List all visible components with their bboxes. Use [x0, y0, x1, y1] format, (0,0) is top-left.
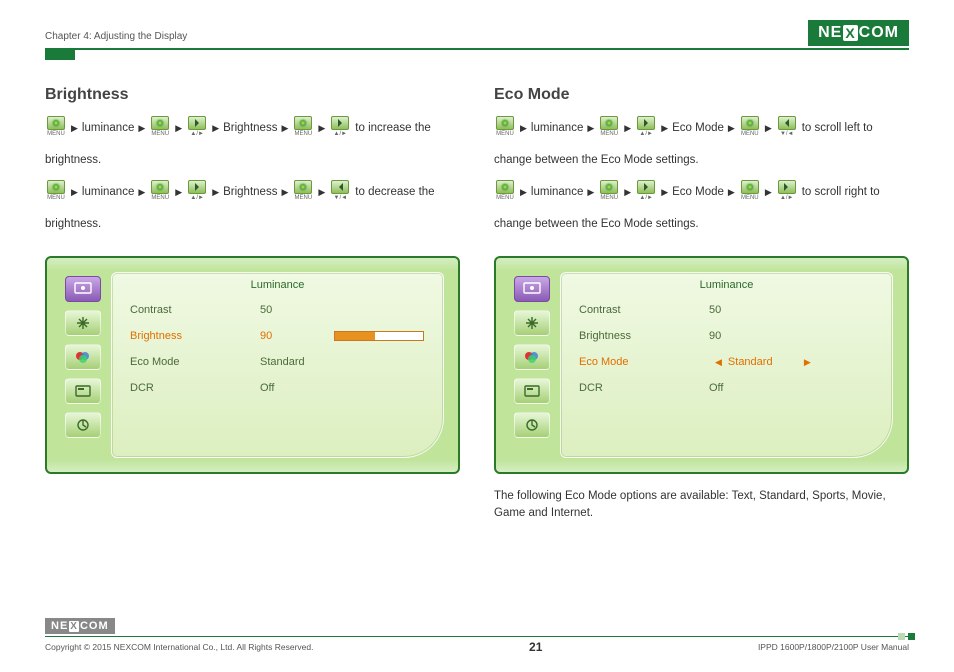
osd-tab-image-icon	[514, 310, 550, 336]
menu-button-icon: MENU	[598, 116, 620, 140]
osd-row-value: Standard	[260, 356, 330, 368]
step-label: Brightness	[223, 114, 277, 142]
header-tab	[45, 50, 75, 60]
osd-row-value: 90	[709, 330, 779, 342]
logo-part: COM	[859, 24, 899, 42]
caret-right-icon: ▶	[798, 357, 817, 368]
menu-button-icon: MENU	[45, 180, 67, 204]
step-label: Eco Mode	[672, 114, 724, 142]
left-button-icon: ▼/◄	[776, 116, 798, 140]
instruction-row: MENU ▶ luminance ▶ MENU ▶ ▲/► ▶ Brightne…	[45, 178, 460, 206]
arrow-sep-icon: ▶	[71, 114, 78, 142]
osd-tab-color-icon	[514, 344, 550, 370]
osd-screenshot-eco: Luminance Contrast50 Brightness90 Eco Mo…	[494, 256, 909, 474]
menu-button-icon: MENU	[739, 116, 761, 140]
osd-row-label: Eco Mode	[579, 356, 709, 368]
right-button-icon: ▲/►	[776, 180, 798, 204]
menu-button-icon: MENU	[149, 180, 171, 204]
menu-button-icon: MENU	[45, 116, 67, 140]
osd-row-value: Standard	[728, 356, 798, 368]
footer-rule	[45, 636, 909, 637]
menu-button-icon: MENU	[598, 180, 620, 204]
menu-button-icon: MENU	[494, 180, 516, 204]
manual-name: IPPD 1600P/1800P/2100P User Manual	[758, 642, 909, 652]
copyright-text: Copyright © 2015 NEXCOM International Co…	[45, 642, 313, 652]
osd-row-label: Contrast	[130, 304, 260, 316]
osd-row-label: Brightness	[579, 330, 709, 342]
osd-row-value: 90	[260, 330, 330, 342]
menu-button-icon: MENU	[149, 116, 171, 140]
nav-button-icon: ▲/►	[186, 116, 208, 140]
step-label: luminance	[82, 114, 134, 142]
osd-screenshot-brightness: Luminance Contrast50 Brightness90 Eco Mo…	[45, 256, 460, 474]
osd-tab-image-icon	[65, 310, 101, 336]
step-label: Brightness	[223, 178, 277, 206]
down-button-icon: ▼/◄	[329, 180, 351, 204]
osd-row-value: 50	[709, 304, 779, 316]
brand-logo: NE X COM	[808, 20, 909, 46]
footer-logo: NEXCOM	[45, 618, 115, 634]
instruction-row: MENU ▶ luminance ▶ MENU ▶ ▲/► ▶ Eco Mode…	[494, 114, 909, 142]
step-text: to decrease the	[355, 178, 434, 206]
osd-row-label: DCR	[130, 382, 260, 394]
nav-button-icon: ▲/►	[635, 116, 657, 140]
step-label: luminance	[531, 114, 583, 142]
header-rule	[45, 48, 909, 50]
osd-tab-luminance-icon	[65, 276, 101, 302]
section-title-brightness: Brightness	[45, 86, 460, 104]
step-text: brightness.	[45, 146, 101, 174]
step-label: luminance	[531, 178, 583, 206]
osd-row-value: 50	[260, 304, 330, 316]
nav-button-icon: ▲/►	[186, 180, 208, 204]
chapter-title: Chapter 4: Adjusting the Display	[45, 31, 187, 46]
menu-button-icon: MENU	[739, 180, 761, 204]
osd-row-label: Contrast	[579, 304, 709, 316]
osd-tab-extra-icon	[514, 412, 550, 438]
osd-tab-luminance-icon	[514, 276, 550, 302]
eco-options-note: The following Eco Mode options are avail…	[494, 488, 909, 523]
osd-title: Luminance	[579, 279, 874, 291]
page-number: 21	[529, 640, 542, 654]
osd-row-label: DCR	[579, 382, 709, 394]
step-text: brightness.	[45, 210, 101, 238]
instruction-row: MENU ▶ luminance ▶ MENU ▶ ▲/► ▶ Brightne…	[45, 114, 460, 142]
osd-title: Luminance	[130, 279, 425, 291]
step-text: to scroll right to	[802, 178, 880, 206]
osd-tab-extra-icon	[65, 412, 101, 438]
menu-button-icon: MENU	[292, 116, 314, 140]
osd-row-value: Off	[709, 382, 779, 394]
osd-tab-osd-icon	[514, 378, 550, 404]
menu-button-icon: MENU	[292, 180, 314, 204]
nav-button-icon: ▲/►	[635, 180, 657, 204]
step-label: luminance	[82, 178, 134, 206]
step-text: change between the Eco Mode settings.	[494, 210, 699, 238]
instruction-row: MENU ▶ luminance ▶ MENU ▶ ▲/► ▶ Eco Mode…	[494, 178, 909, 206]
logo-part: NE	[818, 24, 842, 42]
caret-left-icon: ◀	[709, 357, 728, 368]
osd-row-value: Off	[260, 382, 330, 394]
osd-tab-color-icon	[65, 344, 101, 370]
section-title-eco: Eco Mode	[494, 86, 909, 104]
step-label: Eco Mode	[672, 178, 724, 206]
menu-button-icon: MENU	[494, 116, 516, 140]
step-text: to increase the	[355, 114, 430, 142]
osd-row-label: Eco Mode	[130, 356, 260, 368]
step-text: to scroll left to	[802, 114, 873, 142]
step-text: change between the Eco Mode settings.	[494, 146, 699, 174]
osd-tab-osd-icon	[65, 378, 101, 404]
logo-x-icon: X	[843, 25, 857, 41]
up-button-icon: ▲/►	[329, 116, 351, 140]
osd-row-label: Brightness	[130, 330, 260, 342]
osd-slider	[334, 331, 424, 341]
